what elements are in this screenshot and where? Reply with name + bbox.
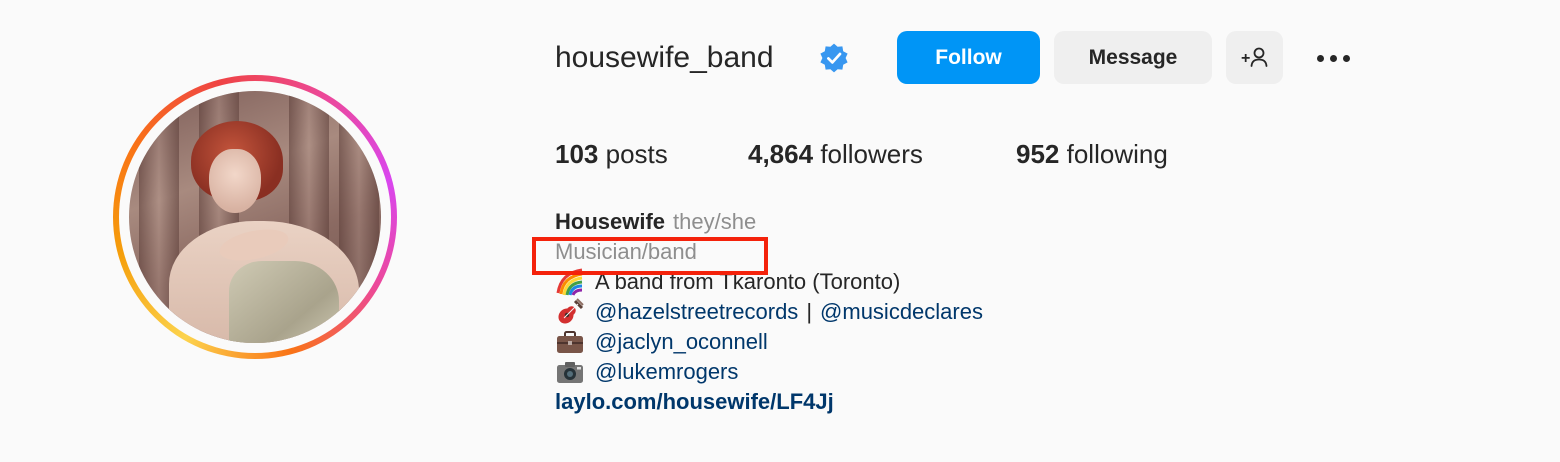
posts-label: posts [605,139,668,169]
bio-line-management: @jaclyn_oconnell [555,327,983,357]
avatar [129,91,381,343]
bio-line-photographer: @lukemrogers [555,357,983,387]
mention-link[interactable]: @hazelstreetrecords [595,297,798,327]
verified-badge-icon [820,43,848,73]
following-link[interactable]: 952 following [1016,137,1168,171]
bio-name-line: Housewife they/she [555,207,983,237]
website-link[interactable]: laylo.com/housewife/LF4Jj [555,387,834,417]
posts-count: 103 posts [555,137,668,171]
follow-button[interactable]: Follow [897,31,1040,84]
separator: | [806,299,813,324]
followers-label: followers [820,139,923,169]
posts-number: 103 [555,139,599,169]
suggest-accounts-button[interactable]: + [1226,31,1283,84]
ellipsis-dot [1342,54,1350,62]
mention-link[interactable]: @lukemrogers [595,357,738,387]
ellipsis-dot [1316,54,1324,62]
mention-link[interactable]: @jaclyn_oconnell [595,327,768,357]
bio-line-labels: @hazelstreetrecords | @musicdeclares [555,297,983,327]
guitar-icon [555,297,587,327]
camera-icon [555,357,587,387]
plus-glyph: + [1241,50,1250,67]
highlight-annotation [532,237,768,275]
pronouns: they/she [673,209,757,234]
display-name: Housewife [555,209,666,234]
bio-line-website: laylo.com/housewife/LF4Jj [555,387,983,417]
briefcase-icon [555,327,587,357]
ellipsis-dot [1329,54,1337,62]
profile-header: housewife_band Follow Message + 103 post… [0,0,1560,462]
profile-avatar-story-ring[interactable] [113,75,397,359]
profile-username: housewife_band [555,41,774,74]
following-number: 952 [1016,139,1060,169]
followers-number: 4,864 [748,139,814,169]
add-person-icon: + [1241,47,1267,67]
mention-link[interactable]: @musicdeclares [820,297,983,327]
followers-link[interactable]: 4,864 followers [748,137,923,171]
more-options-button[interactable] [1308,43,1358,73]
following-label: following [1066,139,1168,169]
message-button[interactable]: Message [1054,31,1212,84]
